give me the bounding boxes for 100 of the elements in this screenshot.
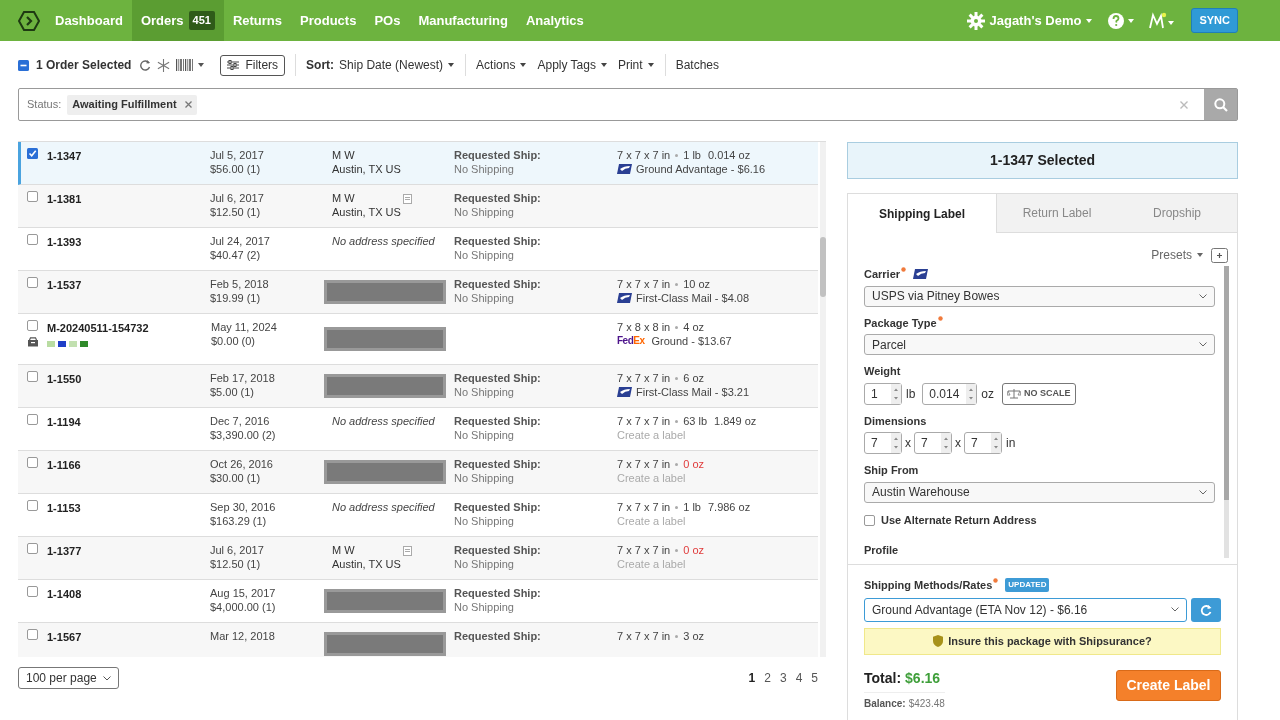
order-number[interactable]: 1-1377	[47, 543, 210, 560]
page-link[interactable]: 4	[795, 669, 803, 687]
order-date: Jul 24, 2017	[210, 234, 271, 248]
caret-icon	[519, 62, 528, 68]
order-row[interactable]: 1-1377 Jul 6, 2017 $12.50 (1) M W Austin, TX US Requested Ship: No Shipping 7 x 7 x 7 in 0 oz Create a label	[18, 537, 818, 580]
order-row[interactable]: 1-1550 Feb 17, 2018 $5.00 (1) Requested Ship: No Shipping 7 x 7 x 7 in 6 oz First-Class Mail - $3.21	[18, 365, 818, 408]
order-total: $4,000.00 (1)	[210, 600, 277, 614]
page-link[interactable]: 2	[764, 669, 771, 687]
dot-separator	[675, 505, 679, 509]
page-link[interactable]: 5	[811, 669, 818, 687]
partial-select-checkbox-icon[interactable]	[18, 59, 29, 71]
scrollbar-thumb[interactable]	[1224, 266, 1229, 500]
number-field[interactable]: 0.014	[922, 382, 978, 405]
checkbox-icon[interactable]	[864, 514, 875, 526]
shipping-rate-select[interactable]: Ground Advantage (ETA Nov 12) - $6.16	[864, 597, 1187, 622]
checkbox-icon[interactable]	[27, 586, 38, 597]
package-weight: 0 oz	[683, 543, 704, 557]
order-number[interactable]: 1-1550	[47, 371, 210, 388]
checkbox-icon[interactable]	[27, 191, 38, 202]
settings-icon	[967, 11, 986, 30]
order-number[interactable]: 1-1393	[47, 234, 210, 251]
order-row[interactable]: 1-1166 Oct 26, 2016 $30.00 (1) Requested Ship: No Shipping 7 x 7 x 7 in 0 oz Create a label	[18, 451, 818, 494]
order-row[interactable]: 1-1347 Jul 5, 2017 $56.00 (1) M W Austin, TX US Requested Ship: No Shipping 7 x 7 x 7 in 1 lb 0.014 oz Ground Advantage - $6.16	[18, 142, 818, 185]
order-number[interactable]: 1-1153	[47, 500, 210, 517]
nav-tab[interactable]: Orders 451	[131, 0, 224, 41]
barcode-menu-icon[interactable]	[176, 59, 207, 71]
page-link[interactable]: 3	[779, 669, 787, 687]
search-button[interactable]	[1204, 89, 1237, 120]
order-number[interactable]: 1-1567	[47, 629, 210, 646]
presets-menu[interactable]: Presets	[1151, 246, 1204, 264]
checkbox-icon[interactable]	[27, 277, 38, 288]
requested-ship-label: Requested Ship:	[454, 543, 542, 557]
refresh-rates-button[interactable]	[1191, 597, 1221, 622]
sort-dropdown[interactable]: Ship Date (Newest)	[339, 56, 456, 74]
order-row[interactable]: 1-1381 Jul 6, 2017 $12.50 (1) M W Austin, TX US Requested Ship: No Shipping	[18, 185, 818, 228]
refresh-icon[interactable]	[139, 59, 152, 71]
number-field[interactable]: 7	[864, 432, 902, 455]
order-date: Aug 15, 2017	[210, 586, 277, 600]
order-row[interactable]: 1-1567 Mar 12, 2018 Requested Ship: 7 x 7 x 7 in 3 oz	[18, 623, 818, 657]
balance-amount: $423.48	[908, 696, 945, 711]
toolbar-menu[interactable]: Print	[617, 56, 655, 74]
number-field[interactable]: 1	[864, 382, 902, 405]
number-field[interactable]: 7	[964, 432, 1002, 455]
requested-ship-label: Requested Ship:	[454, 500, 542, 514]
chevron-down-icon	[102, 675, 111, 681]
order-number[interactable]: 1-1347	[47, 148, 210, 165]
order-number[interactable]: M-20240511-154732	[47, 320, 210, 337]
dot-separator	[675, 419, 679, 423]
order-row[interactable]: 1-1537 Feb 5, 2018 $19.99 (1) Requested Ship: No Shipping 7 x 7 x 7 in 10 oz First-Class Mail - $4.08	[18, 271, 818, 314]
checkbox-icon[interactable]	[27, 320, 38, 331]
per-page-select[interactable]: 100 per page	[18, 667, 119, 689]
toolbar-menu[interactable]: Actions	[476, 56, 528, 74]
checkbox-icon[interactable]	[27, 500, 38, 511]
required-asterisk-icon	[937, 315, 943, 321]
insurance-banner[interactable]: Insure this package with Shipsurance?	[864, 627, 1221, 655]
checkbox-icon[interactable]	[27, 371, 38, 382]
order-number[interactable]: 1-1166	[47, 457, 210, 474]
number-field[interactable]: 7	[914, 432, 952, 455]
order-number[interactable]: 1-1537	[47, 277, 210, 294]
snowflake-icon[interactable]	[157, 58, 171, 72]
requested-ship-value: No Shipping	[454, 428, 515, 442]
field-label: Shipping Methods/Rates	[864, 578, 993, 593]
package-weight: 63 lb	[683, 414, 708, 428]
filter-tag[interactable]: Awaiting Fulfillment	[67, 94, 197, 115]
order-total: $19.99 (1)	[210, 291, 262, 305]
carrier-select[interactable]: USPS via Pitney Bowes	[864, 285, 1215, 307]
add-preset-icon[interactable]	[1211, 247, 1228, 263]
filter-search-field[interactable]: Status: Awaiting Fulfillment	[18, 88, 1238, 121]
clear-icon[interactable]	[1180, 100, 1188, 109]
order-total: $56.00 (1)	[210, 162, 262, 176]
checkbox-icon[interactable]	[27, 414, 38, 425]
requested-ship-value: No Shipping	[454, 205, 515, 219]
order-number[interactable]: 1-1381	[47, 191, 210, 208]
checkbox-icon[interactable]	[27, 629, 38, 640]
page-link[interactable]: 1	[748, 669, 756, 687]
no-scale-button[interactable]: NO SCALE	[1002, 382, 1076, 405]
package-type-select[interactable]: Parcel	[864, 334, 1215, 356]
package-dimensions: 7 x 8 x 8 in	[617, 320, 671, 334]
note-icon[interactable]	[403, 546, 412, 556]
toolbar-menu[interactable]: Apply Tags	[537, 56, 608, 74]
checked-checkbox-icon[interactable]	[27, 148, 38, 159]
spinner-arrows-icon	[991, 433, 1001, 454]
note-icon[interactable]	[403, 194, 412, 204]
checkbox-icon[interactable]	[27, 543, 38, 554]
order-number[interactable]: 1-1408	[47, 586, 210, 603]
batches-button[interactable]: Batches	[675, 56, 719, 74]
dot-separator	[675, 462, 679, 466]
filters-button[interactable]: Filters	[220, 54, 286, 76]
refresh-icon	[1200, 603, 1212, 616]
field-label: Dimensions	[864, 413, 927, 429]
checkbox-icon[interactable]	[27, 234, 38, 245]
checkbox-icon[interactable]	[27, 457, 38, 468]
order-total: $30.00 (1)	[210, 471, 262, 485]
scrollbar-thumb[interactable]	[820, 237, 826, 297]
recipient-city: Austin, TX US	[332, 205, 402, 219]
caret-icon	[599, 62, 608, 68]
dot-separator	[675, 325, 679, 329]
recipient-name: M W	[332, 191, 356, 205]
order-number[interactable]: 1-1194	[47, 414, 210, 431]
ship-from-select[interactable]: Austin Warehouse	[864, 481, 1215, 503]
